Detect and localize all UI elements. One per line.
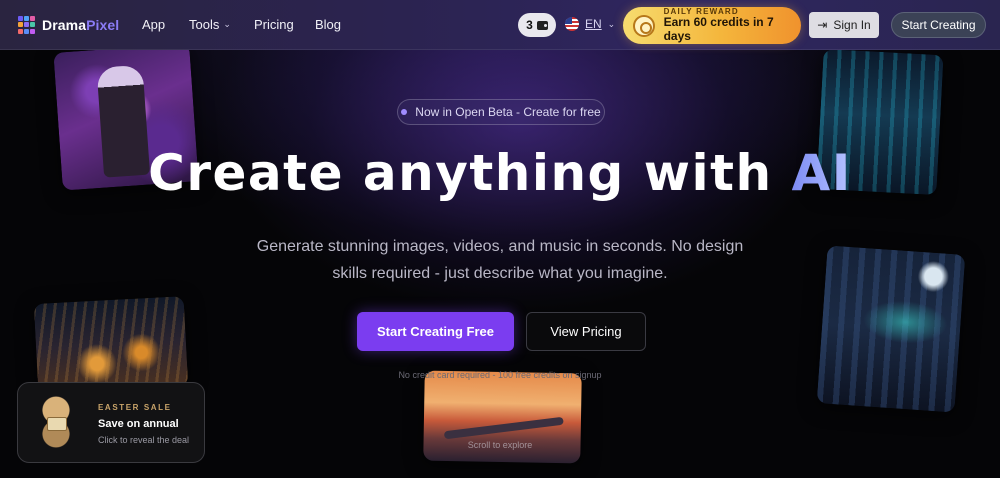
language-selector[interactable]: EN ⌄ — [565, 17, 615, 31]
nav-link-label: App — [142, 17, 166, 32]
nav-link-tools[interactable]: Tools ⌄ — [189, 17, 231, 32]
beta-badge-text: Now in Open Beta - Create for free — [415, 105, 601, 119]
nav-link-pricing[interactable]: Pricing — [254, 17, 294, 32]
sale-title: Save on annual — [98, 418, 179, 430]
us-flag-icon — [565, 17, 579, 31]
beta-dot-icon — [401, 109, 408, 115]
brand-logo[interactable]: DramaPixel — [18, 16, 119, 34]
coin-icon — [633, 14, 655, 37]
brand-name: DramaPixel — [42, 17, 119, 33]
logo-grid-icon — [18, 16, 36, 34]
top-navbar: DramaPixel App Tools ⌄ Pricing Blog 3 EN … — [0, 0, 1000, 50]
brand-name-part2: Pixel — [86, 17, 120, 33]
brand-name-part1: Drama — [42, 17, 87, 33]
nav-link-blog[interactable]: Blog — [315, 17, 341, 32]
nav-link-app[interactable]: App — [142, 17, 165, 32]
chevron-down-icon: ⌄ — [607, 18, 616, 29]
nav-link-label: Tools — [189, 17, 220, 32]
nav-link-label: Pricing — [254, 17, 294, 32]
signup-fineprint: No credit card required - 100 free credi… — [398, 370, 602, 380]
sale-kicker: EASTER SALE — [98, 403, 172, 412]
hero-title-accent: AI — [791, 144, 852, 202]
reward-main-text: Earn 60 credits in 7 days — [663, 15, 774, 44]
easter-sale-card[interactable]: EASTER SALE Save on annual Click to reve… — [17, 382, 205, 463]
start-creating-free-button[interactable]: Start Creating Free — [357, 312, 514, 351]
daily-reward-button[interactable]: DAILY REWARD Earn 60 credits in 7 days — [623, 7, 801, 44]
start-creating-label: Start Creating — [901, 18, 976, 32]
credits-balance-button[interactable]: 3 — [518, 13, 556, 37]
sale-subtitle: Click to reveal the deal — [98, 435, 190, 445]
wallet-icon — [536, 20, 548, 30]
nav-link-label: Blog — [315, 17, 342, 32]
start-creating-nav-button[interactable]: Start Creating — [891, 12, 986, 38]
credits-count: 3 — [526, 18, 533, 32]
art-card-neon-runner — [816, 245, 966, 413]
sign-in-button[interactable]: ⇥ Sign In — [809, 12, 879, 38]
hero-subtitle: Generate stunning images, videos, and mu… — [256, 238, 744, 282]
hero-title: Create anything with AI — [0, 144, 1000, 202]
chevron-down-icon: ⌄ — [223, 19, 231, 29]
treasure-chest-icon — [36, 395, 76, 449]
cta-secondary-label: View Pricing — [550, 324, 622, 339]
view-pricing-button[interactable]: View Pricing — [526, 312, 646, 351]
hero-title-main: Create anything with — [148, 144, 792, 202]
sign-in-label: Sign In — [833, 18, 871, 32]
sign-in-icon: ⇥ — [817, 18, 828, 32]
cta-primary-label: Start Creating Free — [376, 324, 495, 339]
language-code: EN — [585, 17, 602, 31]
open-beta-badge[interactable]: Now in Open Beta - Create for free — [397, 99, 605, 125]
